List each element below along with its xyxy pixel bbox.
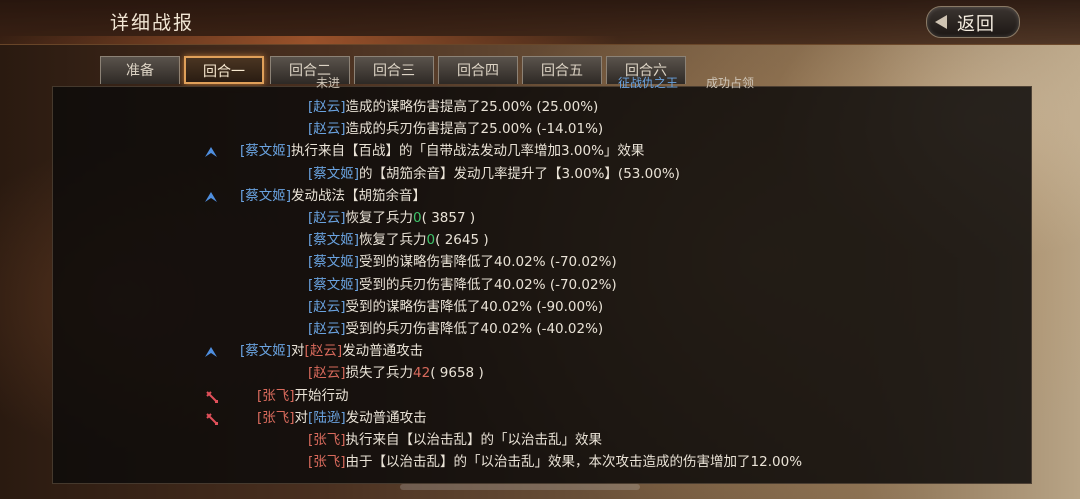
- tab-round-5[interactable]: 回合五: [522, 56, 602, 84]
- log-row: [张飞]对[陆逊]发动普通攻击: [206, 407, 427, 429]
- log-row: [赵云]受到的谋略伤害降低了40.02% (-90.00%): [308, 296, 603, 318]
- page-title: 详细战报: [110, 12, 195, 34]
- unit-name: [蔡文姬]: [240, 187, 292, 204]
- log-text: 由于【以治击乱】的「以治击乱」效果，本次攻击造成的伤害增加了12.00%: [345, 454, 803, 471]
- top-fragment-right: 成功占领: [706, 76, 755, 90]
- blue-arrow-icon: [204, 144, 218, 158]
- unit-name: [蔡文姬]: [308, 254, 360, 271]
- unit-name: [张飞]: [308, 454, 346, 471]
- tab-round-1[interactable]: 回合一: [184, 56, 264, 84]
- unit-name: [陆逊]: [308, 409, 346, 426]
- unit-name: [赵云]: [308, 365, 346, 382]
- log-text: 对: [291, 343, 305, 360]
- unit-name: [张飞]: [308, 432, 346, 448]
- battle-report-screen: 详细战报 返回 准备 回合一 回合二 回合三 回合四 回合五 回合六 未进 征战…: [0, 0, 1080, 499]
- log-row: [赵云]受到的兵刃伤害降低了40.02% (-40.02%): [308, 318, 603, 340]
- tab-round-4[interactable]: 回合四: [438, 56, 518, 84]
- log-row: [蔡文姬]受到的兵刃伤害降低了40.02% (-70.02%): [308, 274, 617, 296]
- battle-log: [赵云]造成的谋略伤害提高了25.00% (25.00%) [赵云]造成的兵刃伤害…: [52, 92, 1030, 482]
- log-text: 发动战法【胡笳余音】: [291, 187, 427, 204]
- log-text: 造成的兵刃伤害提高了25.00% (-14.01%): [345, 121, 604, 138]
- log-row: [蔡文姬]执行来自【百战】的「自带战法发动几率增加3.00%」效果: [205, 140, 645, 162]
- unit-name: [张飞]: [257, 387, 295, 404]
- log-row: [蔡文姬]恢复了兵力0( 2645 ): [308, 229, 489, 251]
- unit-name: [赵云]: [304, 343, 343, 360]
- log-text: 造成的谋略伤害提高了25.00% (25.00%): [345, 99, 599, 115]
- unit-name: [赵云]: [308, 321, 346, 337]
- log-text: 执行来自【以治击乱】的「以治击乱」效果: [345, 432, 603, 448]
- log-text: 受到的兵刃伤害降低了40.02% (-40.02%): [345, 321, 604, 337]
- log-text: ( 9658 ): [430, 365, 484, 382]
- log-text: ( 2645 ): [435, 232, 489, 249]
- blue-arrow-icon: [204, 189, 218, 203]
- log-text: 受到的兵刃伤害降低了40.02% (-70.02%): [359, 276, 617, 293]
- top-fragment-highlight: 征战仇之王: [618, 76, 679, 90]
- log-text: 开始行动: [294, 387, 349, 404]
- scrollbar[interactable]: [400, 484, 640, 490]
- log-text: 恢复了兵力: [345, 210, 414, 226]
- unit-name: [赵云]: [308, 121, 346, 138]
- red-swords-icon: [205, 389, 219, 403]
- log-text: 的【胡笳余音】发动几率提升了【3.00%】(53.00%): [359, 165, 680, 182]
- unit-name: [蔡文姬]: [308, 165, 360, 182]
- log-text: 0: [426, 232, 436, 249]
- log-row: [张飞]执行来自【以治击乱】的「以治击乱」效果: [308, 429, 602, 451]
- tab-round-3[interactable]: 回合三: [354, 56, 434, 84]
- log-text: 损失了兵力: [345, 365, 414, 382]
- log-row: [赵云]恢复了兵力0( 3857 ): [308, 207, 475, 229]
- log-text: 对: [294, 409, 309, 426]
- unit-name: [蔡文姬]: [240, 343, 292, 360]
- unit-name: [赵云]: [308, 210, 346, 226]
- log-row: [赵云]造成的兵刃伤害提高了25.00% (-14.01%): [308, 118, 603, 140]
- log-row: [蔡文姬]发动战法【胡笳余音】: [205, 185, 427, 207]
- log-text: 受到的谋略伤害降低了40.02% (-70.02%): [359, 254, 617, 271]
- unit-name: [赵云]: [308, 298, 346, 315]
- unit-name: [蔡文姬]: [308, 276, 360, 293]
- unit-name: [赵云]: [308, 99, 346, 115]
- unit-name: [蔡文姬]: [308, 232, 360, 249]
- unit-name: 42: [413, 365, 431, 382]
- unit-name: [张飞]: [257, 409, 295, 426]
- unit-name: [蔡文姬]: [240, 143, 292, 160]
- blue-arrow-icon: [204, 344, 218, 358]
- log-row: [蔡文姬]对[赵云]发动普通攻击: [205, 340, 424, 362]
- back-arrow-icon: [935, 15, 947, 29]
- log-row: [张飞]开始行动: [206, 385, 349, 407]
- log-row: [张飞]由于【以治击乱】的「以治击乱」效果，本次攻击造成的伤害增加了12.00%: [308, 451, 802, 473]
- back-button[interactable]: 返回: [926, 6, 1020, 38]
- log-text: 发动普通攻击: [342, 343, 424, 360]
- log-row: [蔡文姬]的【胡笳余音】发动几率提升了【3.00%】(53.00%): [308, 163, 680, 185]
- log-text: 恢复了兵力: [359, 232, 427, 249]
- tab-prep[interactable]: 准备: [100, 56, 180, 84]
- log-row: [蔡文姬]受到的谋略伤害降低了40.02% (-70.02%): [308, 251, 617, 273]
- log-text: ( 3857 ): [421, 210, 476, 226]
- back-button-label: 返回: [957, 14, 995, 35]
- log-text: 0: [413, 210, 422, 226]
- log-text: 受到的谋略伤害降低了40.02% (-90.00%): [345, 298, 604, 315]
- log-row: [赵云]造成的谋略伤害提高了25.00% (25.00%): [308, 96, 598, 118]
- log-row: [赵云]损失了兵力42( 9658 ): [308, 362, 484, 384]
- red-swords-icon: [205, 411, 219, 425]
- top-fragment-left: 未进: [316, 76, 341, 90]
- title-glow: [0, 36, 620, 44]
- log-text: 发动普通攻击: [345, 409, 427, 426]
- log-text: 执行来自【百战】的「自带战法发动几率增加3.00%」效果: [291, 143, 645, 160]
